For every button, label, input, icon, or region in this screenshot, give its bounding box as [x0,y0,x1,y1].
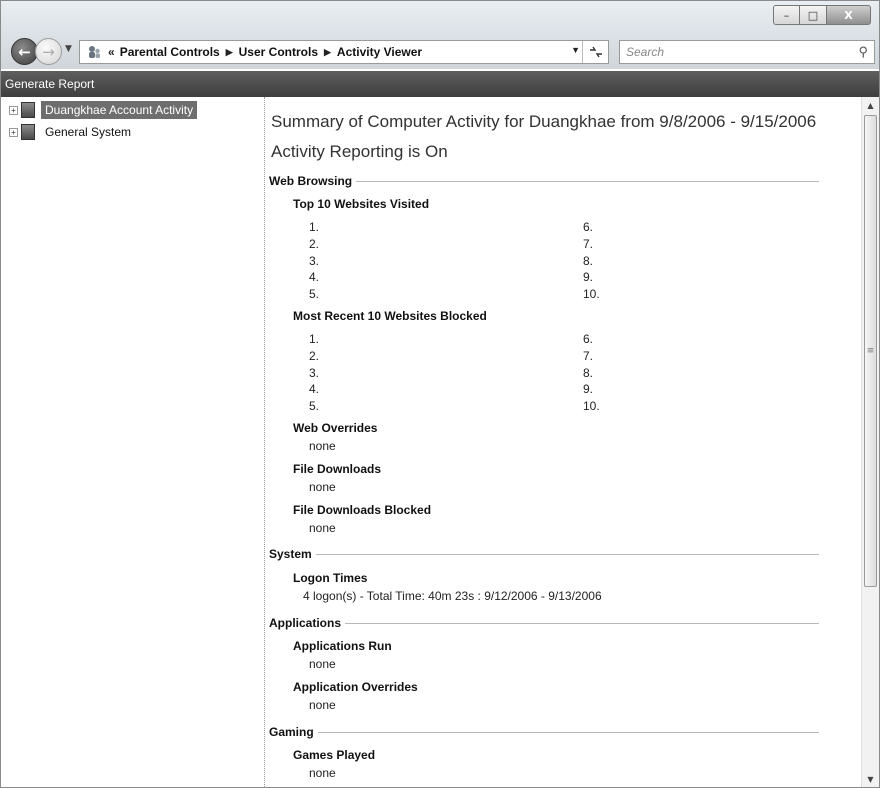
breadcrumb-overflow-button[interactable]: « [108,45,115,59]
blocked-websites-heading: Most Recent 10 Websites Blocked [293,309,487,323]
section-web-browsing: Web Browsing [269,173,819,189]
tree-item-label[interactable]: Duangkhae Account Activity [41,101,198,119]
list-item: 1. [309,332,320,346]
refresh-button[interactable] [582,41,608,63]
list-item: 2. [309,348,320,363]
report-title: Summary of Computer Activity for Duangkh… [271,112,817,131]
file-downloads-blocked-value: none [309,521,336,535]
top-websites-heading: Top 10 Websites Visited [293,197,430,211]
top-websites-list-left: 1. 2. 3. 4. 5. [309,219,319,303]
activity-viewer-window: – □ X ← → ▼ « Parental Controls ▶ User C… [0,0,880,788]
application-overrides-value: none [309,698,336,712]
list-item: 1. [309,220,320,234]
breadcrumb-activity-viewer[interactable]: Activity Viewer [337,45,422,59]
list-item: 7. [583,348,594,363]
grip-icon: ≡ [866,346,875,356]
window-controls: – □ X [773,5,871,25]
list-item: 9. [583,270,594,285]
maximize-button[interactable]: □ [800,5,827,25]
scroll-up-icon[interactable]: ▲ [862,97,879,113]
vertical-scrollbar[interactable]: ▲ ≡ ▼ [861,97,879,787]
section-heading: Web Browsing [269,174,353,188]
file-downloads-heading: File Downloads [293,462,382,476]
divider [317,731,819,733]
section-gaming: Gaming [269,724,819,740]
list-item: 3. [309,253,320,268]
applications-run-value: none [309,657,336,671]
list-item: 3. [309,365,320,380]
logon-times-value: 4 logon(s) - Total Time: 40m 23s : 9/12/… [303,589,602,603]
divider [356,180,819,182]
list-item: 7. [583,236,594,251]
expand-icon[interactable]: + [9,127,18,137]
applications-run-heading: Applications Run [293,639,392,653]
report-folder-icon [21,124,35,140]
list-item: 9. [583,382,594,397]
tree-item-general-system[interactable]: + General System [9,122,135,142]
blocked-websites-list-right: 6. 7. 8. 9. 10. [583,331,600,415]
scroll-down-icon[interactable]: ▼ [862,771,879,787]
address-dropdown-icon[interactable]: ▼ [571,45,580,55]
breadcrumb-user-controls[interactable]: User Controls [239,45,318,59]
logon-times-heading: Logon Times [293,571,368,585]
breadcrumb-parental-controls[interactable]: Parental Controls [120,45,220,59]
section-heading: Applications [269,616,342,630]
scroll-thumb[interactable]: ≡ [864,115,877,587]
section-system: System [269,546,819,562]
list-item: 8. [583,253,594,268]
list-item: 4. [309,382,320,397]
recent-pages-dropdown-icon[interactable]: ▼ [65,44,72,54]
minimize-button[interactable]: – [773,5,800,25]
navigation-tree: + Duangkhae Account Activity + General S… [1,97,265,787]
back-button[interactable]: ← [11,38,38,65]
list-item: 4. [309,270,320,285]
close-button[interactable]: X [827,5,871,25]
web-overrides-value: none [309,439,336,453]
list-item: 6. [583,220,594,234]
search-icon[interactable]: ⚲ [858,44,868,60]
divider [315,553,819,555]
activity-report: Summary of Computer Activity for Duangkh… [267,97,861,787]
navigation-row: ← → ▼ « Parental Controls ▶ User Control… [9,37,875,65]
list-item: 5. [309,287,320,302]
title-bar: – □ X ← → ▼ « Parental Controls ▶ User C… [1,1,879,69]
parental-controls-icon [83,43,105,61]
generate-report-button[interactable]: Generate Report [5,77,94,91]
web-overrides-heading: Web Overrides [293,421,378,435]
list-item: 8. [583,365,594,380]
list-item: 10. [583,287,600,302]
top-websites-list-right: 6. 7. 8. 9. 10. [583,219,600,303]
search-input[interactable]: Search ⚲ [619,40,875,64]
divider [345,622,819,624]
application-overrides-heading: Application Overrides [293,680,418,694]
section-applications: Applications [269,615,819,631]
list-item: 2. [309,236,320,251]
command-bar: Generate Report [1,71,879,97]
list-item: 6. [583,332,594,346]
list-item: 10. [583,399,600,414]
expand-icon[interactable]: + [9,105,18,115]
search-placeholder: Search [626,45,665,59]
blocked-websites-list-left: 1. 2. 3. 4. 5. [309,331,319,415]
chevron-right-icon[interactable]: ▶ [226,47,233,58]
tree-item-account-activity[interactable]: + Duangkhae Account Activity [9,100,198,120]
refresh-icon [589,46,602,58]
games-played-heading: Games Played [293,748,376,762]
chevron-right-icon[interactable]: ▶ [324,47,331,58]
address-bar[interactable]: « Parental Controls ▶ User Controls ▶ Ac… [79,40,609,64]
file-downloads-value: none [309,480,336,494]
games-played-value: none [309,766,336,780]
tree-item-label[interactable]: General System [41,123,135,141]
file-downloads-blocked-heading: File Downloads Blocked [293,503,432,517]
section-heading: Gaming [269,725,314,739]
section-heading: System [269,547,312,561]
report-folder-icon [21,102,35,118]
forward-button[interactable]: → [35,38,62,65]
list-item: 5. [309,399,320,414]
reporting-status: Activity Reporting is On [271,142,448,161]
